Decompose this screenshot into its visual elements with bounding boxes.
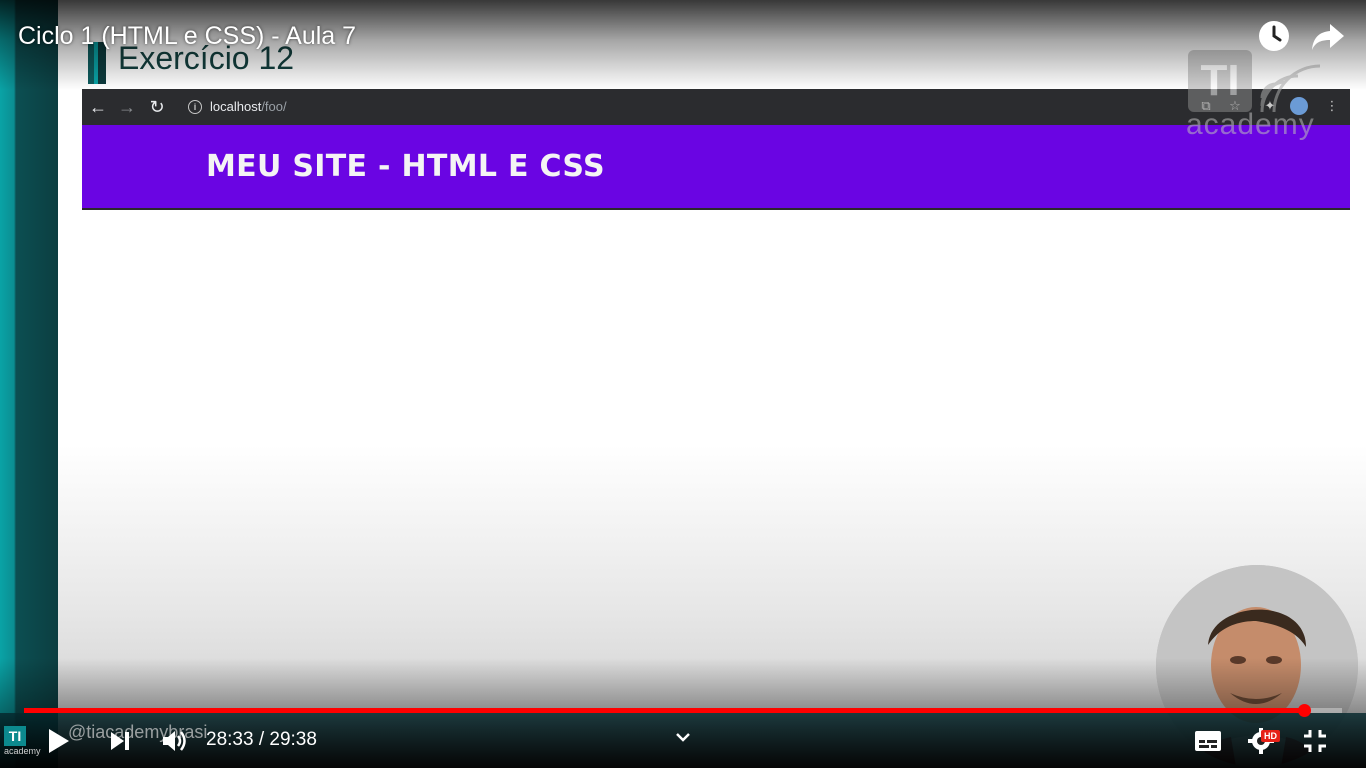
hd-badge: HD xyxy=(1261,730,1280,742)
exit-fullscreen-icon[interactable] xyxy=(1302,728,1328,754)
info-icon: i xyxy=(188,100,202,114)
progress-bar[interactable] xyxy=(24,704,1342,717)
channel-logo-text: academy xyxy=(4,746,41,756)
address-bar: i localhost/foo/ xyxy=(182,95,522,119)
site-header: MEU SITE - HTML E CSS xyxy=(82,125,1350,210)
forward-arrow-icon: → xyxy=(118,97,136,117)
channel-logo[interactable]: TI academy xyxy=(4,726,52,758)
watermark-logo-text: academy xyxy=(1186,108,1315,141)
subtitles-icon[interactable] xyxy=(1194,730,1222,752)
time-display: 28:33 / 29:38 xyxy=(206,729,317,750)
video-title[interactable]: Ciclo 1 (HTML e CSS) - Aula 7 xyxy=(18,22,356,51)
url-host: localhost xyxy=(210,99,262,114)
channel-logo-letters: TI xyxy=(4,726,26,746)
slide-side-band xyxy=(0,0,58,768)
progress-played xyxy=(24,708,1304,713)
browser-toolbar: ← → ↻ i localhost/foo/ ⧉ ☆ ✦ ⋮ xyxy=(82,89,1350,125)
play-icon[interactable] xyxy=(46,727,72,755)
volume-icon[interactable] xyxy=(160,727,188,755)
browser-screenshot: ← → ↻ i localhost/foo/ ⧉ ☆ ✦ ⋮ MEU SITE … xyxy=(82,89,1350,210)
reload-icon: ↻ xyxy=(149,97,165,117)
back-arrow-icon: ← xyxy=(89,97,107,117)
url-text: localhost/foo/ xyxy=(210,99,287,114)
video-frame[interactable]: Exercício 12 ← → ↻ i localhost/foo/ ⧉ ☆ … xyxy=(0,0,1366,768)
chevron-down-icon[interactable] xyxy=(675,730,691,744)
signal-waves-icon xyxy=(1260,64,1321,113)
url-path: /foo/ xyxy=(261,99,287,114)
progress-scrubber[interactable] xyxy=(1297,704,1311,717)
next-icon[interactable] xyxy=(108,729,132,753)
channel-watermark: TI academy xyxy=(1186,50,1336,145)
site-title: MEU SITE - HTML E CSS xyxy=(206,149,605,184)
watermark-logo-letters: TI xyxy=(1188,50,1252,112)
share-icon[interactable] xyxy=(1310,18,1346,54)
watch-later-icon[interactable] xyxy=(1256,18,1292,54)
